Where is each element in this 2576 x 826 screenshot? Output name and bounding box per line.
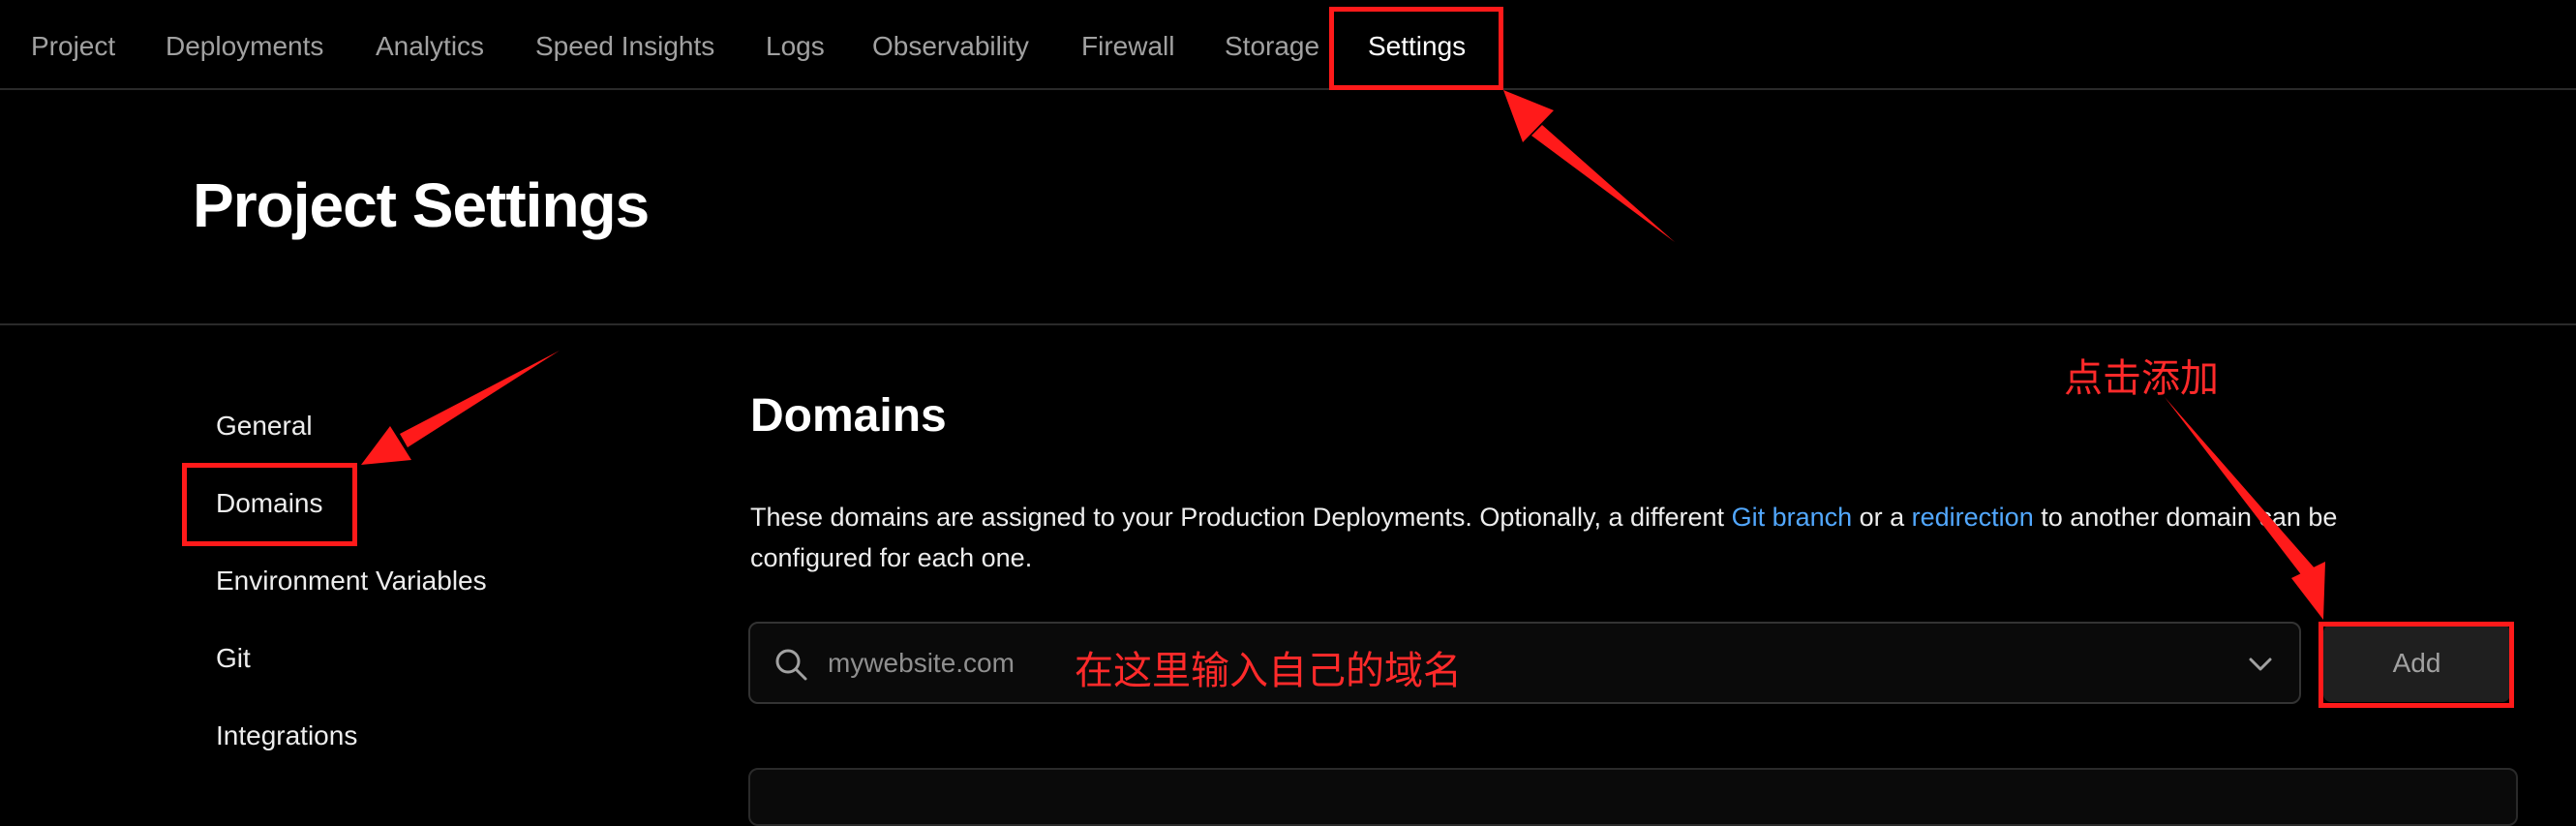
tab-storage[interactable]: Storage xyxy=(1225,29,1319,64)
section-title: Domains xyxy=(750,390,947,442)
input-hint-annotation: 在这里输入自己的域名 xyxy=(1075,649,1462,693)
domain-list-card xyxy=(748,768,2518,826)
tab-logs[interactable]: Logs xyxy=(766,29,825,64)
redirection-link[interactable]: redirection xyxy=(1912,503,2034,532)
git-branch-link[interactable]: Git branch xyxy=(1732,503,1853,532)
tab-observability[interactable]: Observability xyxy=(872,29,1029,64)
arrowhead-domains xyxy=(361,426,411,465)
tab-firewall[interactable]: Firewall xyxy=(1081,29,1174,64)
add-hint-annotation: 点击添加 xyxy=(2064,356,2219,401)
page-header: Project Settings xyxy=(0,90,2576,325)
sidebar-item-git[interactable]: Git xyxy=(216,641,251,676)
sidebar-item-general[interactable]: General xyxy=(216,409,313,444)
tab-deployments[interactable]: Deployments xyxy=(166,29,323,64)
sidebar-item-environment-variables[interactable]: Environment Variables xyxy=(216,564,487,598)
settings-tab-highlight xyxy=(1329,7,1503,90)
tab-speed-insights[interactable]: Speed Insights xyxy=(535,29,714,64)
add-button-highlight xyxy=(2318,622,2514,708)
chevron-down-icon[interactable] xyxy=(2243,647,2278,682)
section-description: These domains are assigned to your Produ… xyxy=(750,497,2454,578)
domain-input[interactable]: mywebsite.com xyxy=(748,622,2301,704)
arrow-to-domains xyxy=(400,351,560,447)
sidebar-item-integrations[interactable]: Integrations xyxy=(216,719,357,753)
tab-analytics[interactable]: Analytics xyxy=(376,29,484,64)
search-icon xyxy=(775,649,807,681)
tab-project[interactable]: Project xyxy=(31,29,115,64)
top-navigation: Project Deployments Analytics Speed Insi… xyxy=(0,0,2576,90)
description-text: or a xyxy=(1852,503,1912,532)
domain-input-placeholder[interactable]: mywebsite.com xyxy=(828,624,1015,702)
description-text: These domains are assigned to your Produ… xyxy=(750,503,1732,532)
domains-item-highlight xyxy=(182,463,357,546)
page-title: Project Settings xyxy=(193,170,650,240)
